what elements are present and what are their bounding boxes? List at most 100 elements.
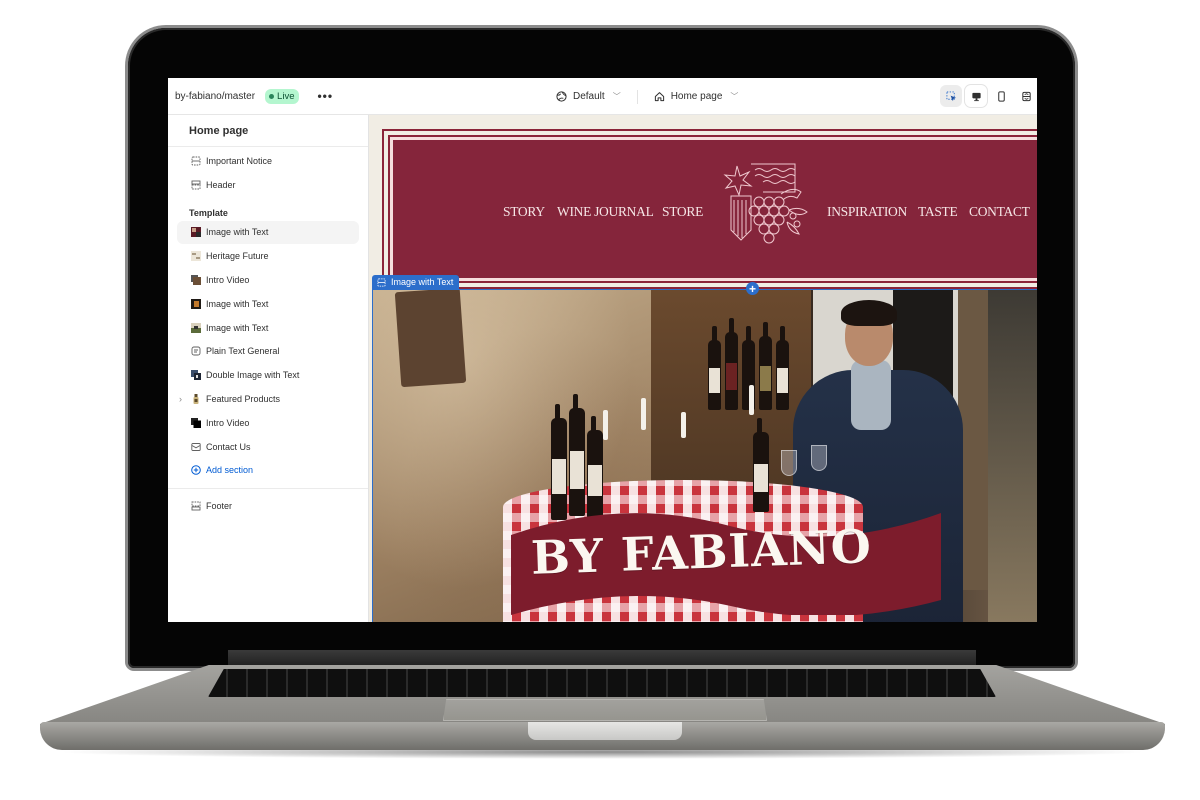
live-status-badge: Live xyxy=(265,88,300,104)
page-selector[interactable]: Home page ﹀ xyxy=(654,91,739,102)
selected-section-tag[interactable]: Image with Text xyxy=(372,275,460,289)
sidebar-item-image-with-text[interactable]: Image with Text xyxy=(168,292,368,316)
laptop-notch xyxy=(528,722,682,740)
selected-section-label: Image with Text xyxy=(391,277,454,287)
expand-icon xyxy=(1021,91,1032,102)
cursor-select-icon xyxy=(945,90,957,102)
theme-selector[interactable]: Default ﹀ xyxy=(556,91,621,102)
desktop-view-button[interactable] xyxy=(965,85,987,107)
thumbnail-icon xyxy=(190,251,201,262)
hero-photo-person-hair xyxy=(841,300,897,326)
topbar-center: Default ﹀ Home page ﹀ xyxy=(556,78,738,115)
thumbnail-icon xyxy=(190,322,201,333)
wine-bottle xyxy=(569,394,585,516)
sidebar-item-label: Heritage Future xyxy=(206,251,269,262)
nav-link-store[interactable]: STORE xyxy=(662,204,703,220)
product-icon xyxy=(190,394,201,405)
hero-image-section[interactable]: BY FABIANO xyxy=(372,289,1037,622)
video-icon xyxy=(190,417,201,428)
desktop-icon xyxy=(971,91,982,102)
nav-link-story[interactable]: STORY xyxy=(503,204,545,220)
chevron-down-icon: ﹀ xyxy=(612,92,621,101)
sidebar-item-label: Intro Video xyxy=(206,417,250,428)
hero-photo-plank xyxy=(394,290,467,388)
view-toolbar xyxy=(940,84,1037,108)
sidebar-item-label: Intro Video xyxy=(206,275,250,286)
sidebar-item-label: Important Notice xyxy=(206,155,273,166)
sidebar-item-header[interactable]: Header xyxy=(168,173,368,197)
header-background: STORY WINE JOURNAL STORE INSPIRATION TAS… xyxy=(393,140,1037,278)
sidebar-item-label: Image with Text xyxy=(206,322,269,333)
wine-glass xyxy=(811,445,827,471)
candle xyxy=(749,385,754,415)
status-dot-icon xyxy=(269,93,275,99)
add-section-plus-button[interactable]: + xyxy=(746,282,759,295)
laptop-keyboard xyxy=(208,669,996,697)
mobile-view-button[interactable] xyxy=(990,85,1012,107)
candle xyxy=(603,410,608,440)
screen: by-fabiano/master Live ••• Default ﹀ Hom… xyxy=(168,78,1037,622)
sidebar-item-featured-products[interactable]: › Featured Products xyxy=(168,387,368,411)
footer-icon xyxy=(190,501,201,512)
divider xyxy=(636,89,638,104)
more-actions-button[interactable]: ••• xyxy=(317,90,333,102)
hero-photo-person-neck xyxy=(851,360,891,430)
wine-bottle xyxy=(776,326,789,410)
thumbnail-icon xyxy=(190,370,201,381)
mobile-icon xyxy=(996,90,1007,102)
nav-link-taste[interactable]: TASTE xyxy=(918,204,958,220)
brand-logo-icon[interactable] xyxy=(723,160,813,252)
divider xyxy=(168,488,368,490)
template-group-label: Template xyxy=(189,207,228,218)
candle xyxy=(641,398,646,430)
sidebar-item-footer[interactable]: Footer xyxy=(168,494,368,518)
nav-link-inspiration[interactable]: INSPIRATION xyxy=(827,204,907,220)
sections-sidebar: Home page Important Notice Header Templa… xyxy=(168,115,369,622)
chevron-right-icon[interactable]: › xyxy=(179,394,182,404)
globe-icon xyxy=(556,91,567,102)
sidebar-item-label: Footer xyxy=(206,501,233,512)
sidebar-item-contact-us[interactable]: Contact Us xyxy=(168,435,368,459)
storefront-preview: STORY WINE JOURNAL STORE INSPIRATION TAS… xyxy=(369,115,1037,622)
plus-icon: + xyxy=(748,281,756,296)
wine-bottle xyxy=(551,404,567,520)
hero-photo-barn xyxy=(988,290,1037,622)
wine-bottle xyxy=(753,418,769,512)
nav-link-contact[interactable]: CONTACT xyxy=(969,204,1030,220)
wine-bottle xyxy=(759,322,772,410)
sidebar-item-label: Header xyxy=(206,179,236,190)
sidebar-item-label: Image with Text xyxy=(206,298,269,309)
section-icon xyxy=(190,155,201,166)
wine-bottle xyxy=(725,318,738,410)
add-section-label: Add section xyxy=(206,465,254,476)
add-section-button[interactable]: Add section xyxy=(168,459,368,483)
sidebar-item-image-with-text[interactable]: Image with Text xyxy=(177,220,359,245)
sidebar-item-intro-video[interactable]: Intro Video xyxy=(168,268,368,292)
theme-branch-name[interactable]: by-fabiano/master xyxy=(175,91,255,102)
plus-circle-icon xyxy=(190,465,201,476)
sidebar-item-important-notice[interactable]: Important Notice xyxy=(168,149,368,173)
theme-selector-value: Default xyxy=(573,91,605,102)
sidebar-item-double-image-with-text[interactable]: Double Image with Text xyxy=(168,363,368,387)
header-border: STORY WINE JOURNAL STORE INSPIRATION TAS… xyxy=(388,135,1037,283)
sidebar-item-plain-text-general[interactable]: Plain Text General xyxy=(168,340,368,364)
inspector-toggle[interactable] xyxy=(940,85,962,107)
sidebar-item-image-with-text[interactable]: Image with Text xyxy=(168,316,368,340)
editor-topbar: by-fabiano/master Live ••• Default ﹀ Hom… xyxy=(168,78,1037,115)
home-icon xyxy=(654,91,665,102)
thumbnail-icon xyxy=(190,227,201,238)
chevron-down-icon: ﹀ xyxy=(730,92,739,101)
sidebar-item-intro-video[interactable]: Intro Video xyxy=(168,411,368,435)
sidebar-title: Home page xyxy=(168,115,368,147)
wine-bottle xyxy=(587,416,603,518)
sidebar-item-heritage-future[interactable]: Heritage Future xyxy=(168,244,368,268)
sidebar-item-label: Featured Products xyxy=(206,394,281,405)
site-header[interactable]: STORY WINE JOURNAL STORE INSPIRATION TAS… xyxy=(379,126,1037,292)
mail-icon xyxy=(190,441,201,452)
live-status-label: Live xyxy=(277,90,295,102)
nav-link-wine-journal[interactable]: WINE JOURNAL xyxy=(557,204,654,220)
sidebar-item-label: Plain Text General xyxy=(206,346,280,357)
section-icon xyxy=(376,277,387,288)
fullscreen-view-button[interactable] xyxy=(1015,85,1037,107)
thumbnail-icon xyxy=(190,298,201,309)
